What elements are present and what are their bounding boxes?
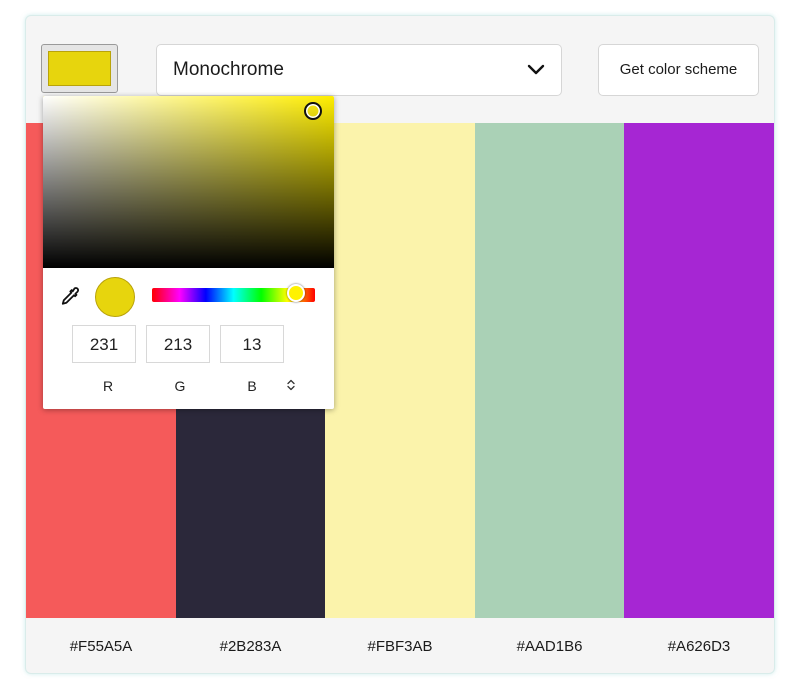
green-channel-input[interactable]: 213: [146, 325, 210, 363]
color-preview-circle: [95, 277, 135, 317]
palette-stripe[interactable]: [325, 123, 475, 618]
scheme-mode-select[interactable]: Monochrome: [156, 44, 562, 96]
blue-channel-label: B: [247, 378, 257, 394]
blue-channel-input[interactable]: 13: [220, 325, 284, 363]
chevron-down-icon: [527, 64, 545, 75]
red-channel-input[interactable]: 231: [72, 325, 136, 363]
get-color-scheme-button[interactable]: Get color scheme: [598, 44, 759, 96]
saturation-value-area[interactable]: [43, 96, 334, 268]
saturation-value-handle[interactable]: [304, 102, 322, 120]
hex-labels-row: #F55A5A #2B283A #FBF3AB #AAD1B6 #A626D3: [26, 618, 774, 673]
hex-label[interactable]: #F55A5A: [26, 618, 176, 673]
hex-label[interactable]: #AAD1B6: [475, 618, 624, 673]
hue-slider-handle[interactable]: [287, 284, 305, 302]
red-channel-label: R: [102, 378, 114, 394]
hex-label[interactable]: #A626D3: [624, 618, 774, 673]
hue-slider[interactable]: [152, 284, 315, 302]
eyedropper-icon[interactable]: [59, 286, 81, 308]
hex-label[interactable]: #2B283A: [176, 618, 325, 673]
selected-color-swatch: [48, 51, 111, 86]
format-toggle-icon[interactable]: [285, 379, 297, 391]
color-input-button[interactable]: [41, 44, 118, 93]
color-picker-popup: 231 213 13 R G B: [43, 96, 334, 409]
palette-stripe[interactable]: [624, 123, 774, 618]
hex-label[interactable]: #FBF3AB: [325, 618, 475, 673]
palette-stripe[interactable]: [475, 123, 624, 618]
green-channel-label: G: [174, 378, 186, 394]
scheme-mode-value: Monochrome: [173, 59, 284, 80]
